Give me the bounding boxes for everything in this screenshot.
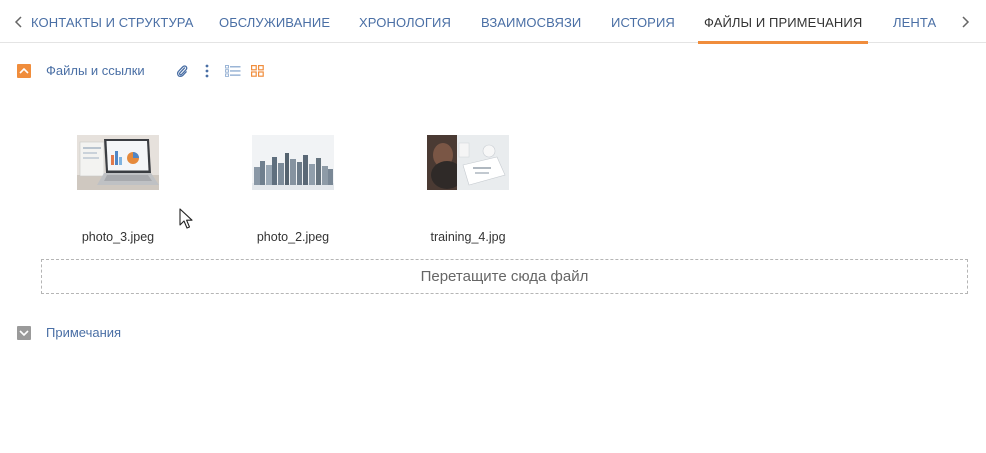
tab-contacts-structure[interactable]: КОНТАКТЫ И СТРУКТУРА (31, 0, 193, 43)
training-photo-thumbnail (427, 135, 509, 190)
chevron-left-icon (14, 16, 22, 28)
tab-relations[interactable]: ВЗАИМОСВЯЗИ (481, 0, 581, 43)
chevron-right-icon (962, 16, 970, 28)
file-item[interactable]: training_4.jpg (408, 135, 528, 244)
chevron-down-icon (19, 330, 29, 336)
files-section-title[interactable]: Файлы и ссылки (46, 63, 145, 78)
chevron-up-icon (19, 68, 29, 74)
dropzone-label: Перетащите сюда файл (420, 268, 589, 285)
city-skyline-thumbnail (252, 135, 334, 190)
mouse-cursor-icon (179, 208, 193, 229)
grid-view-icon (250, 65, 264, 77)
tab-bar: КОНТАКТЫ И СТРУКТУРА ОБСЛУЖИВАНИЕ ХРОНОЛ… (0, 0, 986, 44)
laptop-photo-thumbnail (77, 135, 159, 190)
tab-feed[interactable]: ЛЕНТА (893, 0, 936, 43)
attach-file-button[interactable] (175, 63, 189, 79)
file-dropzone[interactable]: Перетащите сюда файл (41, 259, 968, 294)
tab-history[interactable]: ИСТОРИЯ (611, 0, 675, 43)
files-section-collapse-button[interactable] (17, 64, 31, 78)
more-actions-button[interactable] (200, 63, 214, 79)
paperclip-icon (176, 65, 188, 78)
notes-section-title[interactable]: Примечания (46, 325, 121, 340)
more-vertical-icon (205, 64, 209, 78)
list-view-icon (224, 65, 240, 77)
file-item[interactable]: photo_3.jpeg (58, 135, 178, 244)
file-name: photo_2.jpeg (256, 230, 330, 244)
tabs-scroll-left-button[interactable] (10, 12, 26, 32)
file-name: training_4.jpg (430, 230, 506, 244)
notes-section-expand-button[interactable] (17, 326, 31, 340)
tabs-scroll-right-button[interactable] (958, 12, 974, 32)
notes-section-header (17, 325, 31, 341)
tab-service[interactable]: ОБСЛУЖИВАНИЕ (219, 0, 330, 43)
file-name: photo_3.jpeg (81, 230, 155, 244)
tab-timeline[interactable]: ХРОНОЛОГИЯ (359, 0, 451, 43)
list-view-button[interactable] (224, 63, 241, 79)
tile-view-button[interactable] (249, 63, 265, 79)
tab-files-notes[interactable]: ФАЙЛЫ И ПРИМЕЧАНИЯ (697, 0, 869, 44)
files-section-header (17, 63, 31, 79)
file-item[interactable]: photo_2.jpeg (233, 135, 353, 244)
